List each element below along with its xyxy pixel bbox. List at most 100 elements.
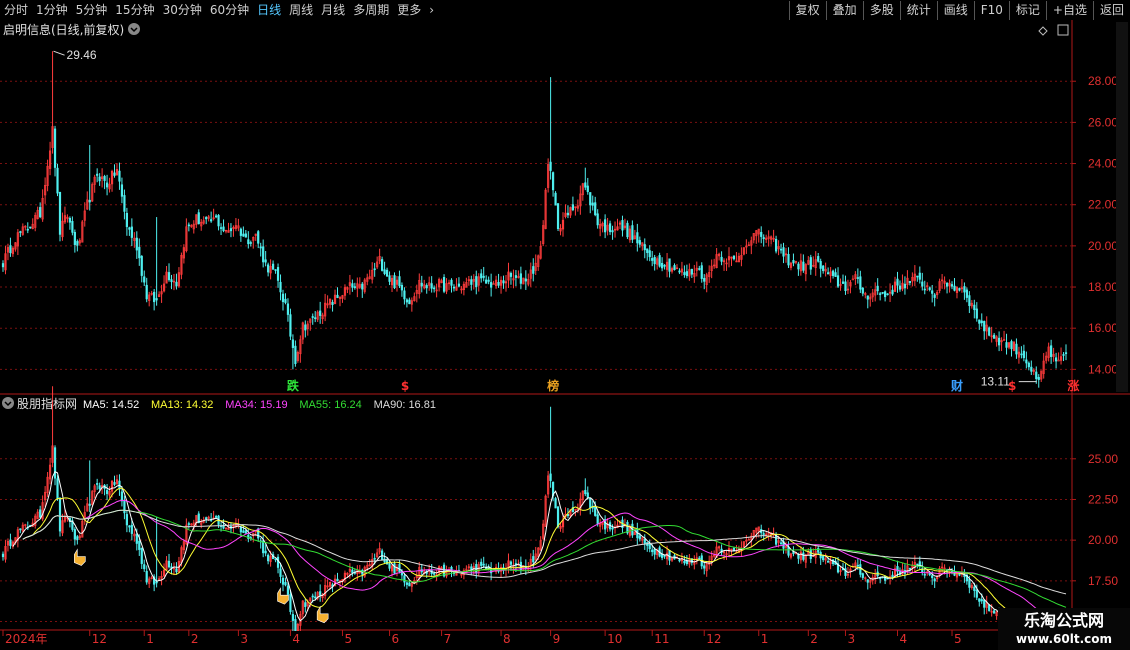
- period-tab-2[interactable]: 5分钟: [72, 0, 112, 20]
- main-candle-body: [9, 245, 12, 254]
- period-tab-9[interactable]: 多周期: [349, 0, 393, 20]
- main-candle-body: [331, 301, 334, 305]
- main-candle-body: [247, 239, 250, 245]
- main-candle-body: [787, 253, 790, 266]
- main-candle-body: [53, 128, 57, 168]
- main-candle-body: [834, 272, 837, 277]
- indicator-candle-body: [856, 564, 859, 567]
- main-candle-body: [760, 231, 763, 237]
- toolbar-button-2[interactable]: 多股: [862, 0, 900, 20]
- ma-legend-4: MA90: 16.81: [374, 399, 436, 411]
- chevron-right-icon[interactable]: ›: [425, 0, 438, 20]
- indicator-candle-body: [594, 505, 597, 516]
- main-candle-body: [698, 268, 701, 270]
- indicator-candle-body: [373, 557, 376, 560]
- main-candle-body: [918, 272, 921, 280]
- main-candle-body: [884, 291, 887, 298]
- indicator-candle-body: [304, 602, 307, 608]
- main-candle-body: [856, 277, 859, 279]
- main-candle-body: [514, 275, 518, 278]
- period-tabs: 分时 1分钟 5分钟 15分钟 30分钟 60分钟 日线 周线 月线 多周期 更多 ›: [0, 0, 438, 20]
- x-tick-label: 11: [654, 632, 669, 646]
- main-candle-body: [732, 255, 736, 260]
- main-candle-body: [661, 262, 664, 269]
- indicator-candle-body: [244, 530, 247, 534]
- indicator-candle-body: [933, 578, 936, 582]
- indicator-candle-body: [683, 560, 686, 564]
- indicator-candle-body: [120, 491, 124, 502]
- main-candle-body: [1020, 353, 1023, 356]
- indicator-candle-body: [556, 506, 560, 527]
- indicator-candle-body: [135, 533, 138, 544]
- main-candle-body: [19, 231, 22, 233]
- main-candle-body: [631, 225, 634, 240]
- period-tab-10[interactable]: 更多: [393, 0, 425, 20]
- main-candle-body: [988, 327, 991, 336]
- main-candle-body: [1022, 350, 1025, 359]
- indicator-candle-body: [205, 517, 208, 520]
- indicator-candle-body: [827, 560, 830, 563]
- main-candle-body: [217, 215, 220, 227]
- main-candle-body: [205, 217, 208, 220]
- main-candle-body: [866, 295, 869, 300]
- main-candle-body: [953, 285, 956, 291]
- main-candle-body: [452, 286, 456, 289]
- indicator-candle-body: [291, 614, 295, 621]
- x-tick-label: 1: [761, 632, 769, 646]
- main-candle-body: [470, 279, 473, 285]
- toolbar-button-6[interactable]: 标记: [1008, 0, 1046, 20]
- toolbar-button-8[interactable]: 返回: [1092, 0, 1130, 20]
- indicator-candle-body: [973, 586, 976, 591]
- indicator-candle-body: [861, 573, 864, 578]
- main-candle-body: [405, 299, 408, 303]
- main-candle-body: [480, 273, 483, 279]
- indicator-candle-body: [809, 548, 812, 559]
- period-tab-7[interactable]: 周线: [285, 0, 317, 20]
- toolbar-button-3[interactable]: 统计: [899, 0, 937, 20]
- main-candle-body: [703, 277, 706, 282]
- main-candle-body: [886, 293, 889, 296]
- toolbar-button-5[interactable]: F10: [973, 0, 1009, 20]
- period-tab-6[interactable]: 日线: [253, 0, 285, 20]
- main-candle-body: [103, 176, 106, 181]
- period-tab-0[interactable]: 分时: [0, 0, 32, 20]
- indicator-candle-body: [586, 492, 589, 498]
- toolbar-button-4[interactable]: 画线: [936, 0, 974, 20]
- main-candle-body: [1054, 357, 1058, 362]
- indicator-candle-body: [596, 514, 599, 524]
- period-tab-3[interactable]: 15分钟: [111, 0, 158, 20]
- ma-legend-2: MA34: 15.19: [225, 399, 287, 411]
- main-candle-body: [242, 233, 245, 237]
- period-tab-8[interactable]: 月线: [317, 0, 349, 20]
- x-tick-label: 1: [146, 632, 154, 646]
- toolbar-button-1[interactable]: 叠加: [825, 0, 863, 20]
- indicator-y-tick-label: 20.00: [1088, 533, 1118, 547]
- main-candle-body: [844, 281, 847, 292]
- indicator-candle-body: [405, 582, 408, 585]
- main-candle-body: [487, 279, 490, 282]
- toolbar-button-7[interactable]: +自选: [1045, 0, 1093, 20]
- main-candle-body: [475, 276, 478, 288]
- event-marker-2: 榜: [547, 378, 559, 393]
- period-tab-1[interactable]: 1分钟: [32, 0, 72, 20]
- main-candle-body: [611, 230, 614, 233]
- indicator-name: 股朋指标网: [17, 396, 77, 411]
- main-candle-body: [1050, 345, 1053, 357]
- main-candle-body: [210, 219, 213, 222]
- main-candle-body: [950, 284, 954, 287]
- main-candle-body: [214, 215, 218, 218]
- main-candle-body: [485, 279, 488, 284]
- main-candle-body: [638, 240, 641, 245]
- main-candle-body: [861, 287, 864, 294]
- indicator-candle-body: [509, 561, 513, 565]
- main-candle-body: [975, 308, 978, 319]
- period-tab-4[interactable]: 30分钟: [159, 0, 206, 20]
- toolbar-button-0[interactable]: 复权: [788, 0, 826, 20]
- indicator-candle-body: [284, 581, 287, 586]
- period-tab-5[interactable]: 60分钟: [206, 0, 253, 20]
- indicator-candle-body: [388, 563, 391, 569]
- main-candle-body: [1005, 342, 1008, 348]
- x-tick-label: 12: [92, 632, 107, 646]
- indicator-candle-body: [859, 564, 862, 575]
- main-candle-body: [105, 182, 109, 188]
